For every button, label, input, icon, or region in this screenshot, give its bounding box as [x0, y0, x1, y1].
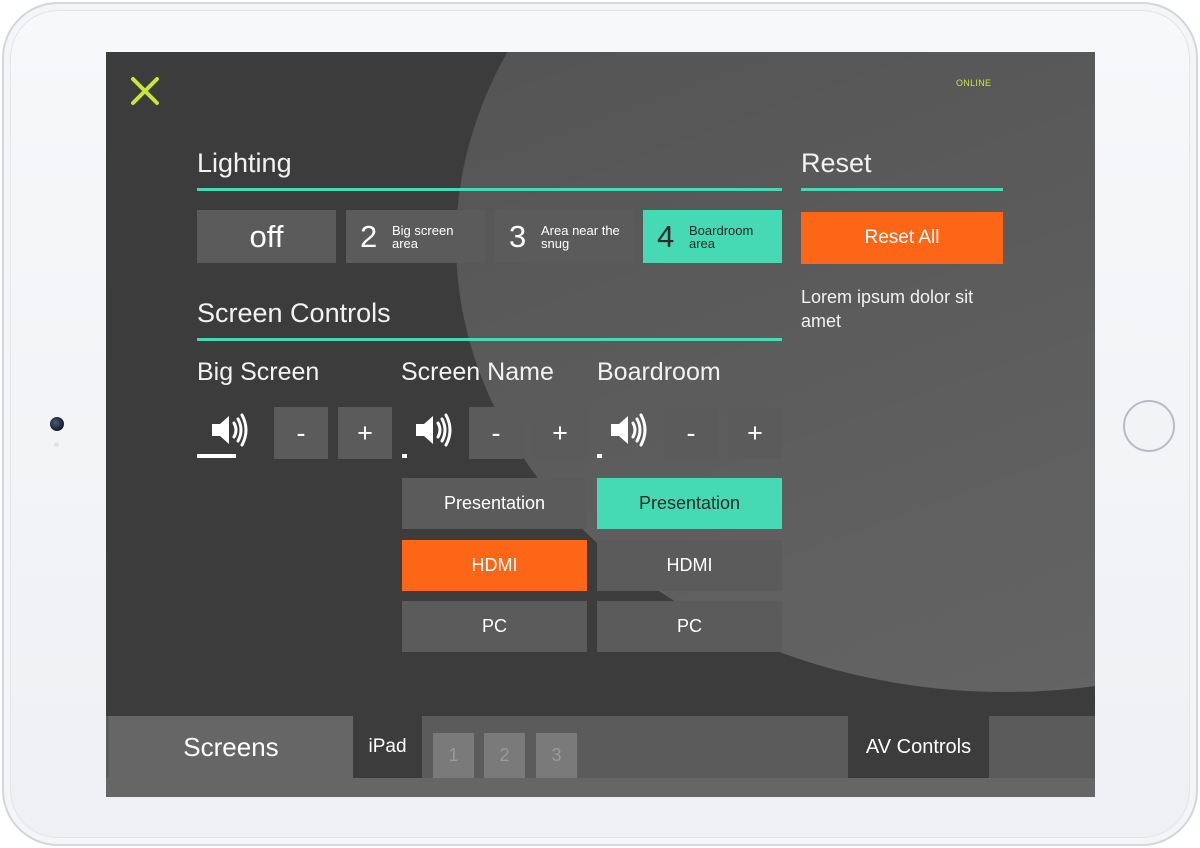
- volume-up-button[interactable]: +: [728, 407, 782, 459]
- front-camera: [50, 417, 64, 431]
- lighting-scene-3-button[interactable]: 3 Area near the snug: [495, 210, 634, 263]
- speaker-icon[interactable]: [413, 410, 453, 450]
- page-1-button[interactable]: 1: [433, 733, 474, 778]
- volume-down-button[interactable]: -: [274, 407, 328, 459]
- volume-level-bar: [402, 454, 407, 458]
- lighting-scene-4-button[interactable]: 4 Boardroom area: [643, 210, 782, 263]
- volume-down-button[interactable]: -: [469, 407, 523, 459]
- bottom-strip: [106, 778, 1095, 797]
- reset-divider: [801, 188, 1003, 191]
- lighting-divider: [197, 188, 782, 191]
- speaker-icon[interactable]: [608, 410, 648, 450]
- volume-level-bar: [197, 454, 236, 458]
- screen-controls-divider: [197, 338, 782, 341]
- tab-screens[interactable]: Screens: [109, 716, 353, 778]
- app-screen: ONLINE Lighting off 2 Big screen area 3 …: [106, 52, 1095, 797]
- source-hdmi-button[interactable]: HDMI: [402, 540, 587, 591]
- source-pc-button[interactable]: PC: [597, 601, 782, 652]
- home-button[interactable]: [1123, 400, 1175, 452]
- lighting-off-label: off: [249, 218, 284, 254]
- bottom-nav: Screens iPad 1 2 3 AV Controls: [106, 716, 1095, 797]
- source-presentation-button[interactable]: Presentation: [597, 478, 782, 529]
- speaker-icon[interactable]: [209, 410, 249, 450]
- zone-title-boardroom: Boardroom: [597, 358, 721, 386]
- source-pc-button[interactable]: PC: [402, 601, 587, 652]
- zone-title-screen-name: Screen Name: [401, 358, 554, 386]
- source-presentation-button[interactable]: Presentation: [402, 478, 587, 529]
- scene-label: Area near the snug: [541, 222, 620, 251]
- close-icon[interactable]: [130, 76, 160, 106]
- scene-number: 4: [657, 218, 675, 254]
- tab-ipad[interactable]: iPad: [353, 716, 422, 778]
- scene-number: 2: [360, 218, 378, 254]
- reset-title: Reset: [801, 148, 872, 178]
- volume-up-button[interactable]: +: [338, 407, 392, 459]
- volume-down-button[interactable]: -: [664, 407, 718, 459]
- source-hdmi-button[interactable]: HDMI: [597, 540, 782, 591]
- volume-up-button[interactable]: +: [533, 407, 587, 459]
- scene-label: Big screen area: [392, 222, 454, 251]
- page-2-button[interactable]: 2: [484, 733, 525, 778]
- lighting-title: Lighting: [197, 148, 292, 178]
- scene-number: 3: [509, 218, 527, 254]
- volume-level-bar: [597, 454, 602, 458]
- light-sensor: [54, 442, 59, 447]
- lighting-off-button[interactable]: off: [197, 210, 336, 263]
- reset-all-button[interactable]: Reset All: [801, 212, 1003, 264]
- zone-title-big-screen: Big Screen: [197, 358, 320, 386]
- page-3-button[interactable]: 3: [536, 733, 577, 778]
- reset-description: Lorem ipsum dolor sit amet: [801, 287, 974, 331]
- tab-av-controls[interactable]: AV Controls: [848, 716, 989, 778]
- lighting-scene-2-button[interactable]: 2 Big screen area: [346, 210, 485, 263]
- screen-controls-title: Screen Controls: [197, 298, 391, 328]
- scene-label: Boardroom area: [689, 222, 754, 251]
- connection-status: ONLINE: [956, 78, 992, 88]
